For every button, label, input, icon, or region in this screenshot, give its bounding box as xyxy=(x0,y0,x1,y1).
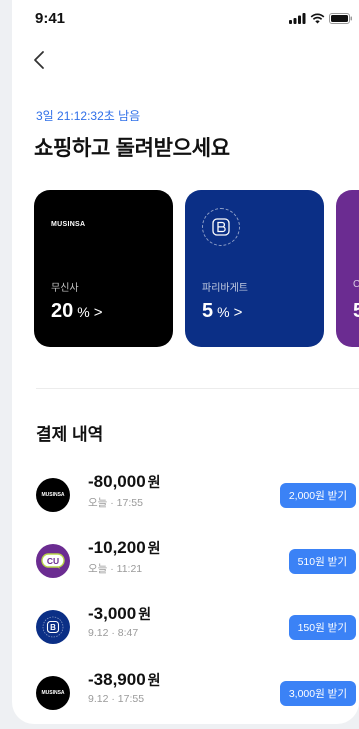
currency-unit: 원 xyxy=(138,606,152,622)
battery-icon xyxy=(329,13,352,24)
payment-row: MUSINSA -80,000 원 오늘 · 17:55 2,000원 받기 xyxy=(36,472,356,512)
status-time: 9:41 xyxy=(35,10,66,27)
payment-time: 9.12 · 17:55 xyxy=(88,693,145,705)
musinsa-logo: MUSINSA xyxy=(36,478,70,512)
musinsa-logo: MUSINSA xyxy=(36,676,70,710)
percent-unit: % xyxy=(217,304,230,320)
divider xyxy=(36,388,359,389)
reward-button[interactable]: 3,000원 받기 xyxy=(279,681,356,706)
payment-time: 오늘 · 17:55 xyxy=(88,497,143,509)
paris-logo-letter: B xyxy=(50,623,56,632)
screen: 9:41 3일 21:12:32초 남음 쇼핑하고 돌려받으세요 MUSINSA… xyxy=(12,0,359,724)
currency-unit: 원 xyxy=(147,540,161,556)
payment-amount: -3,000 원 xyxy=(88,604,151,624)
currency-unit: 원 xyxy=(147,474,161,490)
cu-logo: CU xyxy=(36,544,70,578)
wifi-icon xyxy=(310,13,325,24)
paris-baguette-logo xyxy=(202,208,240,246)
currency-unit: 원 xyxy=(147,672,161,688)
paris-b-icon: B xyxy=(42,616,64,638)
percent-value: 20 xyxy=(51,300,74,322)
brand-card-percent: 20% > xyxy=(51,300,102,323)
musinsa-logo-text: MUSINSA xyxy=(41,492,65,498)
musinsa-logo-text: MUSINSA xyxy=(41,690,65,696)
musinsa-logo: MUSINSA xyxy=(51,221,86,228)
brand-card-name: 파리바게트 xyxy=(202,283,248,294)
signal-icon xyxy=(289,13,306,24)
back-chevron-icon[interactable] xyxy=(28,48,52,72)
status-icons xyxy=(289,13,353,24)
reward-button[interactable]: 150원 받기 xyxy=(288,615,356,640)
payment-row: B -3,000 원 9.12 · 8:47 150원 받기 xyxy=(36,604,356,644)
cu-logo-icon: CU xyxy=(41,552,65,569)
chevron-right-icon: > xyxy=(93,304,103,321)
percent-value: 5 xyxy=(202,300,214,322)
cu-logo-text: CU xyxy=(47,556,59,566)
payment-time: 9.12 · 8:47 xyxy=(88,627,139,639)
payment-time: 오늘 · 11:21 xyxy=(88,563,143,575)
status-bar: 9:41 xyxy=(12,0,359,44)
reward-button[interactable]: 510원 받기 xyxy=(288,549,356,574)
brand-card-musinsa[interactable]: MUSINSA 무신사 20% > xyxy=(34,190,173,347)
payment-amount: -38,900 원 xyxy=(88,670,161,690)
amount-value: -3,000 xyxy=(88,604,137,623)
amount-value: -80,000 xyxy=(88,472,146,491)
section-title: 결제 내역 xyxy=(36,425,104,444)
brand-card-carousel[interactable]: MUSINSA 무신사 20% > 파리바게트 5% > C 5 xyxy=(34,190,359,347)
payment-row: MUSINSA -38,900 원 9.12 · 17:55 3,000원 받기 xyxy=(36,670,356,710)
percent-unit: % xyxy=(77,304,90,320)
brand-card-name: 무신사 xyxy=(51,283,79,294)
amount-value: -38,900 xyxy=(88,670,146,689)
reward-button[interactable]: 2,000원 받기 xyxy=(279,483,356,508)
percent-value: 5 xyxy=(353,300,359,322)
payment-row: CU -10,200 원 오늘 · 11:21 510원 받기 xyxy=(36,538,356,578)
brand-card-cu[interactable]: C 5 xyxy=(336,190,359,347)
payment-amount: -80,000 원 xyxy=(88,472,161,492)
paris-baguette-logo: B xyxy=(36,610,70,644)
countdown-text: 3일 21:12:32초 남음 xyxy=(36,109,141,123)
brand-card-percent: 5 xyxy=(353,300,359,323)
payment-amount: -10,200 원 xyxy=(88,538,161,558)
brand-card-name: C xyxy=(353,279,359,290)
brand-card-percent: 5% > xyxy=(202,300,242,323)
brand-card-parisbaguette[interactable]: 파리바게트 5% > xyxy=(185,190,324,347)
amount-value: -10,200 xyxy=(88,538,146,557)
page-title: 쇼핑하고 돌려받으세요 xyxy=(34,137,230,160)
paris-b-icon xyxy=(212,218,230,236)
chevron-right-icon: > xyxy=(233,304,243,321)
